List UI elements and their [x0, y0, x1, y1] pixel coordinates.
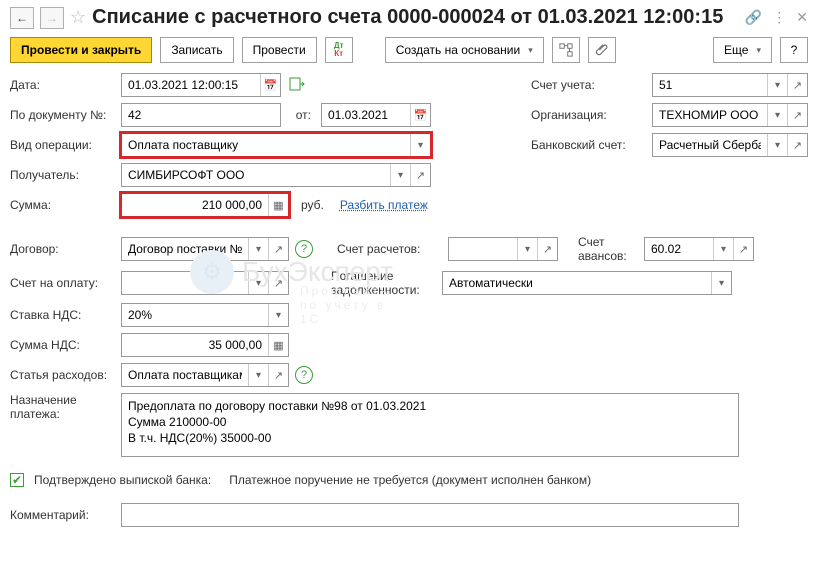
docdate-input[interactable] — [322, 104, 410, 126]
date-input[interactable] — [122, 74, 260, 96]
vatrate-label: Ставка НДС: — [10, 308, 115, 322]
split-payment-link[interactable]: Разбить платеж — [340, 198, 428, 212]
adv-open-icon[interactable] — [733, 238, 753, 260]
settle-open-icon[interactable] — [537, 238, 557, 260]
account-label: Счет учета: — [531, 78, 646, 92]
invoice-label: Счет на оплату: — [10, 276, 115, 290]
debt-input[interactable] — [443, 272, 711, 294]
date-label: Дата: — [10, 78, 115, 92]
titlebar: ← → ☆ Списание с расчетного счета 0000-0… — [10, 6, 808, 29]
invoice-open-icon[interactable] — [268, 272, 288, 294]
write-button[interactable]: Записать — [160, 37, 233, 63]
debt-label: Погашение задолженности: — [331, 269, 436, 297]
adv-label: Счет авансов: — [578, 235, 638, 263]
contract-open-icon[interactable] — [268, 238, 288, 260]
contract-input[interactable] — [122, 238, 248, 260]
docnum-label: По документу №: — [10, 108, 115, 122]
expense-label: Статья расходов: — [10, 368, 115, 382]
create-based-button[interactable]: Создать на основании▾ — [385, 37, 544, 63]
sum-input[interactable] — [122, 194, 268, 216]
purpose-textarea[interactable] — [121, 393, 739, 457]
account-open-icon[interactable] — [787, 74, 807, 96]
close-icon[interactable]: ✕ — [796, 9, 808, 26]
related-button[interactable] — [552, 37, 580, 63]
recipient-label: Получатель: — [10, 168, 115, 182]
adv-dropdown-icon[interactable] — [713, 238, 733, 260]
optype-dropdown-icon[interactable] — [410, 134, 430, 156]
contract-label: Договор: — [10, 242, 115, 256]
window-title: Списание с расчетного счета 0000-000024 … — [92, 6, 723, 29]
attach-button[interactable] — [588, 37, 616, 63]
adv-input[interactable] — [645, 238, 713, 260]
create-based-label: Создать на основании — [396, 43, 521, 57]
invoice-dropdown-icon[interactable] — [248, 272, 268, 294]
sum-calc-icon[interactable] — [268, 194, 288, 216]
vatsum-input[interactable] — [122, 334, 268, 356]
favorite-icon[interactable]: ☆ — [70, 7, 86, 28]
invoice-input[interactable] — [122, 272, 248, 294]
optype-label: Вид операции: — [10, 138, 115, 152]
recipient-open-icon[interactable] — [410, 164, 430, 186]
account-input[interactable] — [653, 74, 767, 96]
nav-back-button[interactable]: ← — [10, 7, 34, 29]
org-label: Организация: — [531, 108, 646, 122]
debt-dropdown-icon[interactable] — [711, 272, 731, 294]
recipient-input[interactable] — [122, 164, 390, 186]
bankacct-open-icon[interactable] — [787, 134, 807, 156]
settle-label: Счет расчетов: — [337, 242, 442, 256]
settle-dropdown-icon[interactable] — [517, 238, 537, 260]
expense-help-icon[interactable]: ? — [295, 366, 313, 384]
help-button[interactable]: ? — [780, 37, 808, 63]
post-button[interactable]: Провести — [242, 37, 317, 63]
link-icon[interactable]: 🔗 — [745, 9, 762, 26]
org-dropdown-icon[interactable] — [767, 104, 787, 126]
related-icon — [559, 43, 573, 57]
bankacct-input[interactable] — [653, 134, 767, 156]
refresh-icon[interactable] — [287, 77, 307, 94]
more-label: Еще — [724, 43, 748, 57]
contract-help-icon[interactable]: ? — [295, 240, 313, 258]
toolbar: Провести и закрыть Записать Провести ДтК… — [10, 37, 808, 63]
comment-input[interactable] — [122, 504, 738, 526]
date-calendar-icon[interactable] — [260, 74, 280, 96]
bankacct-label: Банковский счет: — [531, 138, 646, 152]
purpose-label: Назначение платежа: — [10, 393, 115, 421]
post-close-button[interactable]: Провести и закрыть — [10, 37, 152, 63]
po-text: Платежное поручение не требуется (докуме… — [229, 473, 591, 487]
vatsum-calc-icon[interactable] — [268, 334, 288, 356]
nav-forward-button[interactable]: → — [40, 7, 64, 29]
from-label: от: — [287, 108, 315, 122]
menu-icon[interactable]: ⋮ — [772, 9, 786, 26]
dtkt-button[interactable]: ДтКт — [325, 37, 353, 63]
contract-dropdown-icon[interactable] — [248, 238, 268, 260]
vatrate-dropdown-icon[interactable] — [268, 304, 288, 326]
confirmed-checkbox[interactable]: ✔ — [10, 473, 24, 487]
more-button[interactable]: Еще▾ — [713, 37, 772, 63]
org-input[interactable] — [653, 104, 767, 126]
recipient-dropdown-icon[interactable] — [390, 164, 410, 186]
expense-input[interactable] — [122, 364, 248, 386]
account-dropdown-icon[interactable] — [767, 74, 787, 96]
docnum-input[interactable] — [122, 104, 280, 126]
confirmed-label: Подтверждено выпиской банка: — [34, 473, 211, 487]
optype-input[interactable] — [122, 134, 410, 156]
sum-label: Сумма: — [10, 198, 115, 212]
paperclip-icon — [595, 43, 609, 57]
currency-label: руб. — [301, 198, 324, 212]
bankacct-dropdown-icon[interactable] — [767, 134, 787, 156]
expense-open-icon[interactable] — [268, 364, 288, 386]
comment-label: Комментарий: — [10, 508, 115, 522]
vatsum-label: Сумма НДС: — [10, 338, 115, 352]
org-open-icon[interactable] — [787, 104, 807, 126]
expense-dropdown-icon[interactable] — [248, 364, 268, 386]
vatrate-input[interactable] — [122, 304, 268, 326]
docdate-calendar-icon[interactable] — [410, 104, 430, 126]
settle-input[interactable] — [449, 238, 517, 260]
